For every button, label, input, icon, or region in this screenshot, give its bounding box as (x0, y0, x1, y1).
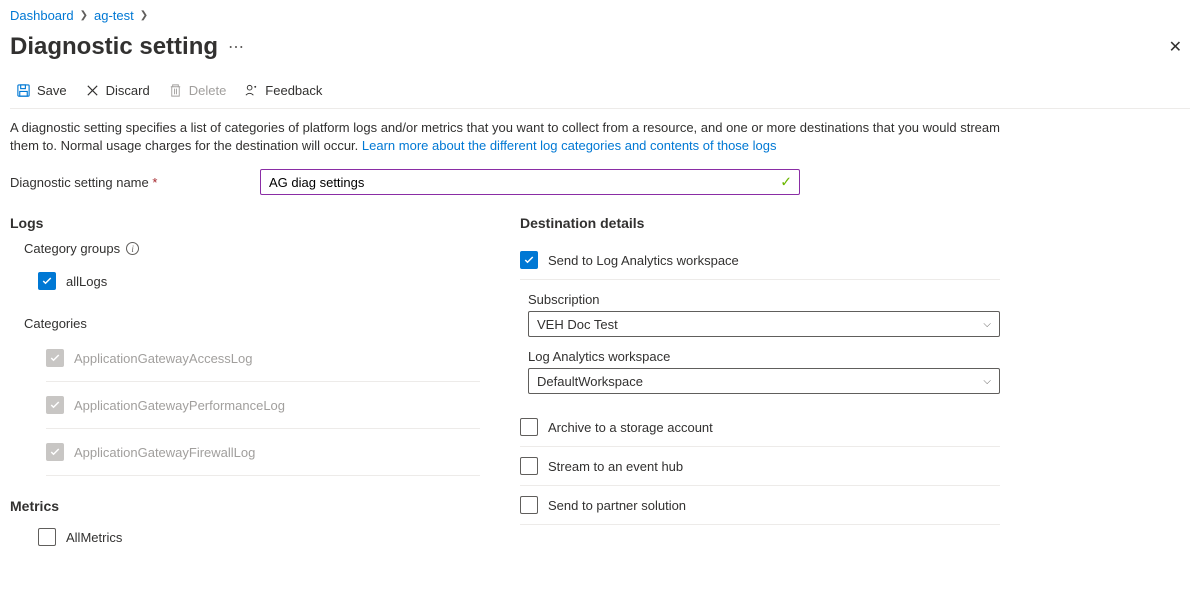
breadcrumb-dashboard[interactable]: Dashboard (10, 8, 74, 23)
discard-icon (85, 83, 100, 98)
toolbar: Save Discard Delete Feedback (10, 79, 1190, 109)
delete-button: Delete (168, 83, 227, 98)
delete-label: Delete (189, 83, 227, 98)
category-label-0: ApplicationGatewayAccessLog (74, 351, 253, 366)
description-text: A diagnostic setting specifies a list of… (10, 119, 1000, 155)
stream-eventhub-label: Stream to an event hub (548, 459, 683, 474)
send-law-row: Send to Log Analytics workspace (520, 241, 1000, 280)
name-label: Diagnostic setting name * (10, 175, 240, 190)
feedback-label: Feedback (265, 83, 322, 98)
workspace-label: Log Analytics workspace (528, 349, 1000, 364)
close-icon[interactable]: ✕ (1161, 33, 1190, 61)
breadcrumb-agtest[interactable]: ag-test (94, 8, 134, 23)
save-button[interactable]: Save (16, 83, 67, 98)
feedback-button[interactable]: Feedback (244, 83, 322, 98)
allmetrics-row: AllMetrics (38, 520, 480, 554)
partner-label: Send to partner solution (548, 498, 686, 513)
archive-storage-row: Archive to a storage account (520, 408, 1000, 447)
validation-check-icon: ✓ (780, 174, 792, 191)
workspace-value: DefaultWorkspace (537, 374, 643, 389)
page-title: Diagnostic setting (10, 33, 218, 61)
category-row-0: ApplicationGatewayAccessLog (46, 335, 480, 382)
logs-heading: Logs (10, 215, 480, 231)
partner-checkbox[interactable] (520, 496, 538, 514)
alllogs-label: allLogs (66, 274, 107, 289)
more-actions-icon[interactable]: ⋯ (228, 37, 246, 57)
save-icon (16, 83, 31, 98)
breadcrumb: Dashboard ❯ ag-test ❯ (10, 8, 1190, 23)
subscription-select[interactable]: VEH Doc Test ⌵ (528, 311, 1000, 337)
discard-button[interactable]: Discard (85, 83, 150, 98)
discard-label: Discard (106, 83, 150, 98)
partner-row: Send to partner solution (520, 486, 1000, 525)
chevron-down-icon: ⌵ (983, 319, 991, 330)
send-law-checkbox[interactable] (520, 251, 538, 269)
categories-label: Categories (24, 316, 480, 331)
archive-storage-checkbox[interactable] (520, 418, 538, 436)
alllogs-checkbox[interactable] (38, 272, 56, 290)
required-asterisk: * (152, 175, 157, 190)
info-icon[interactable]: i (126, 242, 139, 255)
destination-heading: Destination details (520, 215, 1000, 231)
diagnostic-name-input[interactable] (260, 169, 800, 195)
alllogs-row: allLogs (38, 264, 480, 298)
feedback-icon (244, 83, 259, 98)
allmetrics-label: AllMetrics (66, 530, 122, 545)
delete-icon (168, 83, 183, 98)
name-row: Diagnostic setting name * ✓ (10, 169, 1190, 195)
subscription-value: VEH Doc Test (537, 317, 618, 332)
chevron-right-icon: ❯ (80, 10, 88, 21)
save-label: Save (37, 83, 67, 98)
archive-storage-label: Archive to a storage account (548, 420, 713, 435)
category-checkbox-1 (46, 396, 64, 414)
category-row-2: ApplicationGatewayFirewallLog (46, 429, 480, 476)
category-checkbox-0 (46, 349, 64, 367)
category-label-2: ApplicationGatewayFirewallLog (74, 445, 255, 460)
metrics-heading: Metrics (10, 498, 480, 514)
category-checkbox-2 (46, 443, 64, 461)
stream-eventhub-row: Stream to an event hub (520, 447, 1000, 486)
category-row-1: ApplicationGatewayPerformanceLog (46, 382, 480, 429)
category-groups-label: Category groups i (24, 241, 480, 256)
allmetrics-checkbox[interactable] (38, 528, 56, 546)
subscription-label: Subscription (528, 292, 1000, 307)
category-label-1: ApplicationGatewayPerformanceLog (74, 398, 285, 413)
learn-more-link[interactable]: Learn more about the different log categ… (362, 138, 777, 153)
stream-eventhub-checkbox[interactable] (520, 457, 538, 475)
chevron-down-icon: ⌵ (983, 376, 991, 387)
send-law-label: Send to Log Analytics workspace (548, 253, 739, 268)
workspace-select[interactable]: DefaultWorkspace ⌵ (528, 368, 1000, 394)
title-row: Diagnostic setting ⋯ ✕ (10, 33, 1190, 61)
chevron-right-icon: ❯ (140, 10, 148, 21)
